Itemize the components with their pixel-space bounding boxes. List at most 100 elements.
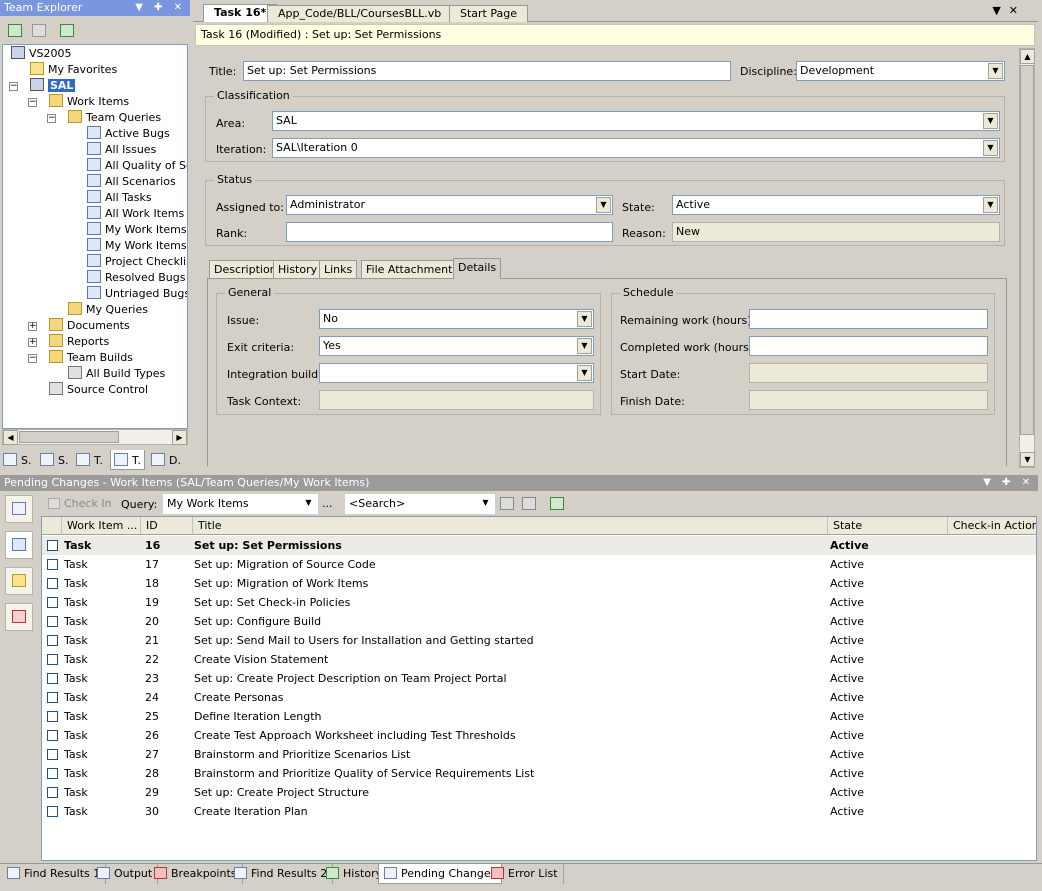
area-dropdown[interactable]: SAL ▼ <box>272 111 1000 131</box>
scroll-right-icon[interactable]: ▶ <box>172 430 187 445</box>
column-header-title[interactable]: Title <box>193 517 828 535</box>
table-row[interactable]: Task 27 Brainstorm and Prioritize Scenario… <box>42 745 1036 764</box>
collapse-sal-icon[interactable]: − <box>9 82 18 91</box>
table-row[interactable]: Task 26 Create Test Approach Worksheet inc… <box>42 726 1036 745</box>
tree-node-team-builds[interactable]: Team Builds <box>49 350 133 366</box>
tab-file-attachments[interactable]: File Attachments <box>361 260 464 278</box>
add-project-icon[interactable] <box>60 24 74 37</box>
row-checkbox[interactable] <box>47 768 58 779</box>
chevron-down-icon[interactable]: ▼ <box>301 496 316 512</box>
tree-node-source-control[interactable]: Source Control <box>49 382 148 398</box>
expand-reports-icon[interactable]: + <box>28 338 37 347</box>
table-row[interactable]: Task 28 Brainstorm and Prioritize Quality … <box>42 764 1036 783</box>
row-checkbox[interactable] <box>47 692 58 703</box>
row-checkbox[interactable] <box>47 749 58 760</box>
scroll-down-icon[interactable]: ▼ <box>1020 452 1035 467</box>
find-icon[interactable] <box>500 497 514 510</box>
row-checkbox[interactable] <box>47 635 58 646</box>
tree-node-query[interactable]: Project Checklist <box>87 254 187 270</box>
tree-node-reports[interactable]: Reports <box>49 334 109 350</box>
row-checkbox[interactable] <box>47 673 58 684</box>
column-header-checkin-action[interactable]: Check-in Action <box>948 517 1036 535</box>
table-row[interactable]: Task 24 Create Personas Active <box>42 688 1036 707</box>
tab-find-results-2[interactable]: Find Results 2 <box>229 864 334 884</box>
remaining-work-input[interactable] <box>749 309 988 329</box>
row-checkbox[interactable] <box>47 540 58 551</box>
iteration-dropdown[interactable]: SAL\Iteration 0 ▼ <box>272 138 1000 158</box>
collapse-work-items-icon[interactable]: − <box>28 98 37 107</box>
tree-node-my-queries[interactable]: My Queries <box>68 302 148 318</box>
tree-node-query[interactable]: Untriaged Bugs <box>87 286 187 302</box>
table-row[interactable]: Task 17 Set up: Migration of Source Code Ac… <box>42 555 1036 574</box>
chevron-down-icon[interactable]: ▼ <box>983 140 998 156</box>
table-row[interactable]: Task 30 Create Iteration Plan Active <box>42 802 1036 821</box>
row-checkbox[interactable] <box>47 616 58 627</box>
tree-node-query[interactable]: All Work Items <box>87 206 184 222</box>
rank-input[interactable] <box>286 222 613 242</box>
scroll-left-icon[interactable]: ◀ <box>3 430 18 445</box>
table-row[interactable]: Task 19 Set up: Set Check-in Policies Activ… <box>42 593 1036 612</box>
tree-node-favorites[interactable]: My Favorites <box>30 62 117 78</box>
team-explorer-tab[interactable]: T. <box>110 450 145 470</box>
tree-node-documents[interactable]: Documents <box>49 318 130 334</box>
state-dropdown[interactable]: Active ▼ <box>672 195 1000 215</box>
table-row[interactable]: Task 22 Create Vision Statement Active <box>42 650 1036 669</box>
expand-documents-icon[interactable]: + <box>28 322 37 331</box>
tab-details[interactable]: Details <box>453 258 502 279</box>
scroll-thumb[interactable] <box>19 431 119 443</box>
delete-icon[interactable] <box>32 24 46 37</box>
table-row[interactable]: Task 23 Set up: Create Project Description… <box>42 669 1036 688</box>
chevron-down-icon[interactable]: ▼ <box>983 197 998 213</box>
policy-warnings-channel[interactable] <box>5 603 33 631</box>
collapse-team-builds-icon[interactable]: − <box>28 354 37 363</box>
chevron-down-icon[interactable]: ▼ <box>478 496 493 512</box>
column-header-check[interactable] <box>42 517 62 535</box>
tree-node-query[interactable]: My Work Items f <box>87 238 187 254</box>
integration-build-dropdown[interactable]: ▼ <box>319 363 594 383</box>
tree-node-query[interactable]: My Work Items <box>87 222 187 238</box>
column-header-state[interactable]: State <box>828 517 948 535</box>
query-dropdown[interactable]: My Work Items ▼ <box>163 494 318 514</box>
chevron-down-icon[interactable]: ▼ <box>577 338 592 354</box>
query-browse-button[interactable]: ... <box>322 497 333 510</box>
row-checkbox[interactable] <box>47 730 58 741</box>
scroll-thumb[interactable] <box>1020 65 1034 435</box>
table-row[interactable]: Task 29 Set up: Create Project Structure Ac… <box>42 783 1036 802</box>
column-header-id[interactable]: ID <box>141 517 193 535</box>
chevron-down-icon[interactable]: ▼ <box>577 365 592 381</box>
row-checkbox[interactable] <box>47 597 58 608</box>
tree-node-team-queries[interactable]: Team Queries <box>68 110 161 126</box>
document-outline-tab[interactable]: D. <box>151 453 181 467</box>
assigned-to-dropdown[interactable]: Administrator ▼ <box>286 195 613 215</box>
table-row[interactable]: Task 16 Set up: Set Permissions Active <box>42 536 1036 555</box>
tree-node-query[interactable]: Resolved Bugs <box>87 270 185 286</box>
tree-node-all-build-types[interactable]: All Build Types <box>68 366 165 382</box>
tree-node-query[interactable]: All Tasks <box>87 190 152 206</box>
tab-find-results-1[interactable]: Find Results 1 <box>2 864 107 884</box>
tree-node-query[interactable]: All Quality of Ser <box>87 158 187 174</box>
tree-node-project[interactable]: SAL <box>30 78 76 94</box>
tab-start-page[interactable]: Start Page <box>449 5 528 22</box>
table-row[interactable]: Task 21 Set up: Send Mail to Users for Ins… <box>42 631 1036 650</box>
source-files-channel[interactable] <box>5 495 33 523</box>
tab-links[interactable]: Links <box>319 260 358 278</box>
row-checkbox[interactable] <box>47 559 58 570</box>
tab-description[interactable]: Description <box>209 260 282 278</box>
issue-dropdown[interactable]: No ▼ <box>319 309 594 329</box>
tab-history[interactable]: History <box>273 260 323 278</box>
column-header-type[interactable]: Work Item ... <box>62 517 141 535</box>
work-items-channel[interactable] <box>5 531 33 559</box>
toolbox-tab[interactable]: T. <box>76 453 103 467</box>
panel-window-buttons[interactable]: ▼ ✚ ✕ <box>135 0 186 16</box>
chevron-down-icon[interactable]: ▼ <box>983 113 998 129</box>
table-row[interactable]: Task 25 Define Iteration Length Active <box>42 707 1036 726</box>
row-checkbox[interactable] <box>47 711 58 722</box>
row-checkbox[interactable] <box>47 578 58 589</box>
check-in-button[interactable]: Check In <box>48 497 112 510</box>
check-in-notes-channel[interactable] <box>5 567 33 595</box>
refresh-icon[interactable] <box>8 24 22 37</box>
chevron-down-icon[interactable]: ▼ <box>988 63 1003 79</box>
tree-node-query[interactable]: All Issues <box>87 142 156 158</box>
tree-node-server[interactable]: VS2005 <box>11 46 72 62</box>
title-input[interactable]: Set up: Set Permissions <box>243 61 731 81</box>
